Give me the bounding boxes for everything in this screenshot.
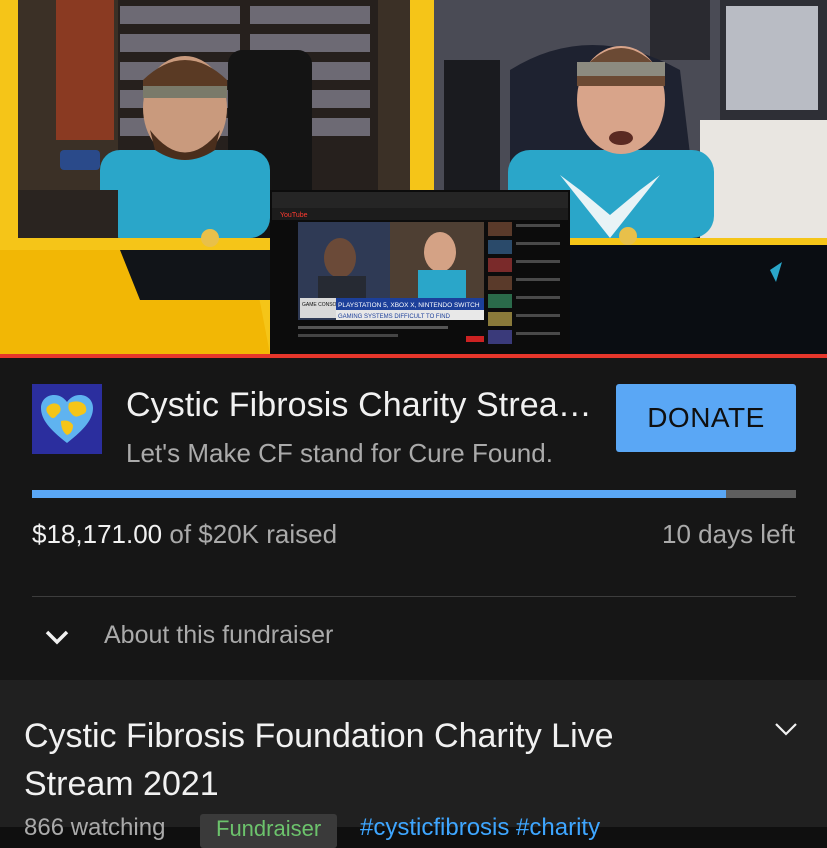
stream-frame-illustration: YouTube GAME CONSOLE SHORTAGE PLAYSTATIO… <box>0 0 827 354</box>
about-fundraiser-toggle[interactable]: About this fundraiser <box>0 597 827 680</box>
fundraiser-progress-bar <box>32 490 796 498</box>
days-left: 10 days left <box>662 519 795 549</box>
raised-goal-text: of $20K raised <box>162 519 338 549</box>
fundraiser-card: Cystic Fibrosis Charity Strea… Let's Mak… <box>0 358 827 680</box>
raised-summary: $18,171.00 of $20K raised <box>32 519 337 550</box>
video-info-section: Cystic Fibrosis Foundation Charity Live … <box>0 680 827 848</box>
fundraiser-progress-fill <box>32 490 726 498</box>
fundraiser-title: Cystic Fibrosis Charity Strea… <box>126 386 592 424</box>
fundraiser-chip[interactable]: Fundraiser <box>200 814 338 848</box>
hashtag-links[interactable]: #cysticfibrosis #charity <box>360 814 600 842</box>
fundraiser-logo <box>32 384 102 454</box>
inner-chyron-headline: PLAYSTATION 5, XBOX X, NINTENDO SWITCH <box>338 302 480 309</box>
inner-youtube-logo: YouTube <box>280 212 308 219</box>
watching-count: 866 watching <box>24 814 166 841</box>
chevron-down-icon <box>45 630 69 645</box>
video-title[interactable]: Cystic Fibrosis Foundation Charity Live … <box>24 712 724 808</box>
donate-button[interactable]: DONATE <box>616 384 796 452</box>
raised-amount: $18,171.00 <box>32 519 163 549</box>
video-player[interactable]: YouTube GAME CONSOLE SHORTAGE PLAYSTATIO… <box>0 0 827 354</box>
inner-chyron-sub: GAMING SYSTEMS DIFFICULT TO FIND <box>338 314 451 320</box>
about-fundraiser-label: About this fundraiser <box>104 621 334 649</box>
inner-screen-capture: YouTube GAME CONSOLE SHORTAGE PLAYSTATIO… <box>270 190 570 354</box>
heart-globe-icon <box>41 395 93 443</box>
fundraiser-subtitle: Let's Make CF stand for Cure Found. <box>126 438 553 468</box>
chevron-down-icon[interactable] <box>774 720 798 738</box>
